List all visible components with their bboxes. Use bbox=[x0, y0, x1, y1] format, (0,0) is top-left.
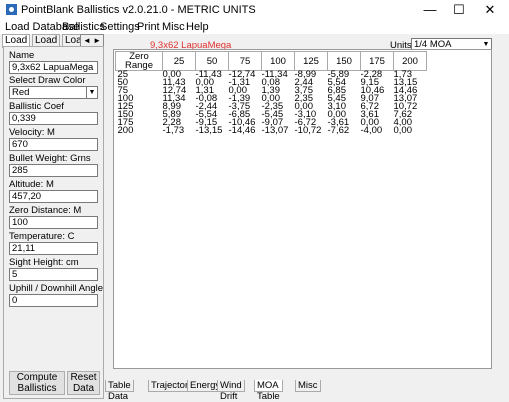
column-header[interactable]: 100 bbox=[261, 51, 295, 71]
tab-table-data[interactable]: Table Data bbox=[105, 380, 134, 402]
app-icon bbox=[6, 4, 17, 15]
velocity-label: Velocity: M bbox=[9, 127, 55, 138]
table-cell: -14,46 bbox=[228, 125, 256, 136]
temperature-field[interactable]: 21,11 bbox=[9, 242, 98, 255]
zero-range-cell: 200 bbox=[117, 125, 134, 136]
column-header[interactable]: 125 bbox=[294, 51, 328, 71]
table-row[interactable]: 200 -1,73 -13,15 -14,46 -13,07 -10,72 -7,62 -4,… bbox=[116, 125, 427, 136]
column-header[interactable]: 150 bbox=[327, 51, 361, 71]
table-cell: -7,62 bbox=[327, 125, 350, 136]
column-header[interactable]: 175 bbox=[360, 51, 394, 71]
table-cell: 0,00 bbox=[393, 125, 413, 136]
moa-grid: Zero Range 25 50 75 100 125 150 175 200 … bbox=[115, 51, 427, 135]
sight-height-field[interactable]: 5 bbox=[9, 268, 98, 281]
draw-color-select[interactable]: Red ▼ bbox=[9, 86, 98, 99]
menu-bar: Load Database Ballistics Settings Print … bbox=[0, 20, 509, 34]
table-cell: -4,00 bbox=[360, 125, 383, 136]
moa-table[interactable]: Zero Range 25 50 75 100 125 150 175 200 … bbox=[113, 49, 492, 369]
close-button[interactable]: ✕ bbox=[475, 0, 505, 20]
column-header[interactable]: Zero Range bbox=[115, 51, 163, 71]
tab-wind-drift[interactable]: Wind Drift bbox=[217, 380, 245, 402]
window-title: PointBlank Ballistics v2.0.21.0 - METRIC… bbox=[21, 4, 256, 16]
menu-ballistics[interactable]: Ballistics bbox=[62, 21, 105, 33]
bullet-weight-label: Bullet Weight: Grns bbox=[9, 153, 91, 164]
draw-color-value: Red bbox=[12, 87, 30, 98]
column-header[interactable]: 25 bbox=[162, 51, 196, 71]
tab-misc[interactable]: Misc bbox=[295, 380, 321, 392]
ballistic-coef-field[interactable]: 0,339 bbox=[9, 112, 98, 125]
reset-data-button[interactable]: Reset Data bbox=[67, 371, 100, 395]
maximize-button[interactable]: ☐ bbox=[444, 0, 474, 20]
chevron-down-icon[interactable]: ▼ bbox=[86, 87, 97, 98]
column-header[interactable]: 50 bbox=[195, 51, 229, 71]
altitude-field[interactable]: 457,20 bbox=[9, 190, 98, 203]
angle-label: Uphill / Downhill Angle bbox=[9, 283, 103, 294]
table-cell: -10,72 bbox=[294, 125, 322, 136]
name-label: Name bbox=[9, 50, 35, 61]
load-panel: Name 9,3x62 LapuaMega Select Draw Color … bbox=[3, 46, 104, 399]
tab-moa-table[interactable]: MOA Table bbox=[254, 380, 283, 402]
header-row: Zero Range 25 50 75 100 125 150 175 200 bbox=[115, 51, 427, 71]
title-bar: PointBlank Ballistics v2.0.21.0 - METRIC… bbox=[0, 0, 509, 20]
table-cell: -13,15 bbox=[195, 125, 223, 136]
menu-print[interactable]: Print bbox=[137, 21, 160, 33]
name-field[interactable]: 9,3x62 LapuaMega bbox=[9, 61, 98, 74]
sight-height-label: Sight Height: cm bbox=[9, 257, 79, 268]
minimize-button[interactable]: — bbox=[415, 0, 445, 20]
draw-color-label: Select Draw Color bbox=[9, 75, 86, 86]
compute-ballistics-button[interactable]: Compute Ballistics bbox=[9, 371, 65, 395]
altitude-label: Altitude: M bbox=[9, 179, 54, 190]
table-cell: -13,07 bbox=[261, 125, 289, 136]
column-header[interactable]: 75 bbox=[228, 51, 262, 71]
zero-distance-field[interactable]: 100 bbox=[9, 216, 98, 229]
angle-field[interactable]: 0 bbox=[9, 294, 98, 307]
zero-distance-label: Zero Distance: M bbox=[9, 205, 82, 216]
bullet-weight-field[interactable]: 285 bbox=[9, 164, 98, 177]
velocity-field[interactable]: 670 bbox=[9, 138, 98, 151]
ballistic-coef-label: Ballistic Coef bbox=[9, 101, 64, 112]
menu-settings[interactable]: Settings bbox=[100, 21, 140, 33]
menu-help[interactable]: Help bbox=[186, 21, 209, 33]
menu-misc[interactable]: Misc bbox=[162, 21, 185, 33]
column-header[interactable]: 200 bbox=[393, 51, 427, 71]
temperature-label: Temperature: C bbox=[9, 231, 75, 242]
table-cell: -1,73 bbox=[162, 125, 185, 136]
